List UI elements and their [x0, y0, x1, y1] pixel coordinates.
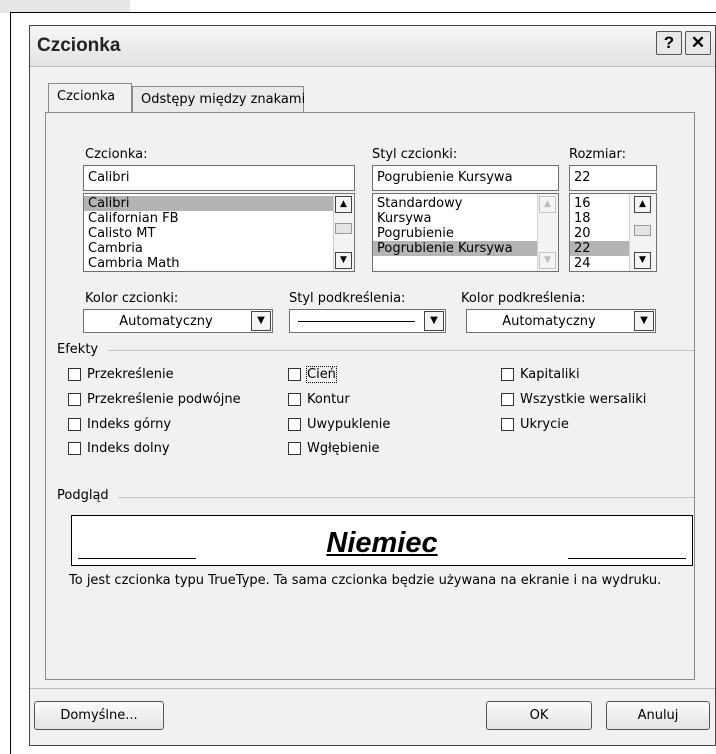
style-input[interactable]: Pogrubienie Kursywa: [372, 165, 559, 191]
style-list-item[interactable]: Standardowy: [373, 196, 558, 211]
preview-sample-text: Niemiec: [326, 527, 438, 559]
checkbox[interactable]: [288, 442, 301, 455]
style-list-scrollbar[interactable]: ▲ ▼: [537, 194, 558, 271]
size-listbox[interactable]: 16 18 20 22 24 ▲ ▼: [569, 193, 657, 272]
underline-color-label: Kolor podkreślenia:: [461, 291, 586, 306]
underline-style-sample: [298, 321, 415, 322]
effect-checkbox-row[interactable]: Przekreślenie: [68, 367, 174, 382]
checkbox[interactable]: [501, 368, 514, 381]
checkbox[interactable]: [68, 418, 81, 431]
close-icon: ✕: [690, 33, 706, 52]
font-dialog: Czcionka ? ✕ Czcionka Odstępy między zna…: [29, 25, 716, 746]
effect-label: Przekreślenie: [87, 367, 174, 382]
scroll-down-icon: ▼: [539, 252, 556, 269]
effects-heading: Efekty: [57, 342, 99, 357]
underline-style-select[interactable]: ▼: [289, 309, 446, 333]
underline-style-label: Styl podkreślenia:: [289, 291, 406, 306]
style-listbox[interactable]: Standardowy Kursywa Pogrubienie Pogrubienie…: [372, 193, 559, 272]
underline-color-value: Automatyczny: [502, 314, 596, 329]
effect-checkbox-row[interactable]: Przekreślenie podwójne: [68, 392, 241, 407]
title-bar: Czcionka ? ✕: [30, 26, 715, 67]
effect-label: Wgłębienie: [307, 441, 380, 456]
effect-checkbox-row[interactable]: Kontur: [288, 392, 350, 407]
scroll-up-icon[interactable]: ▲: [634, 196, 651, 213]
effect-label: Ukrycie: [520, 417, 569, 432]
effect-checkbox-row[interactable]: Kapitaliki: [501, 367, 580, 382]
chevron-down-icon[interactable]: ▼: [424, 311, 444, 331]
preview-box: Niemiec: [71, 515, 693, 566]
size-label: Rozmiar:: [569, 147, 626, 162]
scroll-down-icon[interactable]: ▼: [335, 252, 352, 269]
style-label: Styl czcionki:: [372, 147, 458, 162]
default-button[interactable]: Domyślne...: [34, 701, 164, 730]
effect-checkbox-row[interactable]: Wgłębienie: [288, 441, 380, 456]
checkbox[interactable]: [68, 368, 81, 381]
effect-checkbox-row[interactable]: Ukrycie: [501, 417, 569, 432]
chevron-down-icon[interactable]: ▼: [634, 311, 654, 331]
underline-color-select[interactable]: Automatyczny ▼: [466, 309, 656, 333]
font-list-item[interactable]: Cambria: [84, 241, 354, 256]
checkbox[interactable]: [288, 418, 301, 431]
font-list-item[interactable]: Californian FB: [84, 211, 354, 226]
checkbox[interactable]: [501, 393, 514, 406]
style-list-item[interactable]: Pogrubienie: [373, 226, 558, 241]
chevron-down-icon[interactable]: ▼: [251, 311, 271, 331]
checkbox[interactable]: [288, 393, 301, 406]
effect-label: Przekreślenie podwójne: [87, 392, 241, 407]
tab-character-spacing-label: Odstępy między znakami: [141, 92, 306, 107]
checkbox[interactable]: [288, 368, 301, 381]
checkbox[interactable]: [501, 418, 514, 431]
cancel-button[interactable]: Anuluj: [606, 701, 710, 730]
font-color-label: Kolor czcionki:: [85, 291, 179, 306]
effect-checkbox-row[interactable]: Wszystkie wersaliki: [501, 392, 646, 407]
effect-checkbox-row[interactable]: Cień: [288, 366, 337, 383]
style-list-item[interactable]: Kursywa: [373, 211, 558, 226]
effect-label: Uwypuklenie: [307, 417, 391, 432]
effect-checkbox-row[interactable]: Indeks dolny: [68, 441, 170, 456]
size-input[interactable]: 22: [569, 165, 657, 191]
size-list-scrollbar[interactable]: ▲ ▼: [629, 194, 656, 271]
close-button[interactable]: ✕: [685, 31, 711, 55]
font-list-item[interactable]: Cambria Math: [84, 256, 354, 271]
effects-divider: [108, 350, 694, 351]
effect-checkbox-row[interactable]: Uwypuklenie: [288, 417, 390, 432]
footer-divider: [30, 688, 715, 689]
font-color-value: Automatyczny: [119, 314, 213, 329]
effect-label: Indeks górny: [87, 417, 172, 432]
help-button[interactable]: ?: [656, 31, 682, 55]
font-tab-panel: Czcionka: Calibri Calibri Californian FB C…: [45, 112, 695, 680]
effect-label: Indeks dolny: [87, 441, 170, 456]
font-label: Czcionka:: [85, 147, 148, 162]
effect-label: Kontur: [307, 392, 350, 407]
effect-label: Kapitaliki: [520, 367, 580, 382]
tab-character-spacing[interactable]: Odstępy między znakami: [132, 86, 306, 113]
scroll-thumb[interactable]: [634, 225, 651, 236]
tab-font[interactable]: Czcionka: [48, 83, 132, 113]
effect-checkbox-row[interactable]: Indeks górny: [68, 417, 171, 432]
preview-rule-right: [568, 558, 686, 559]
checkbox[interactable]: [68, 393, 81, 406]
font-color-select[interactable]: Automatyczny ▼: [83, 309, 273, 333]
font-list-item[interactable]: Calisto MT: [84, 226, 354, 241]
preview-divider: [118, 497, 694, 498]
ok-button[interactable]: OK: [486, 701, 592, 730]
scroll-up-icon: ▲: [539, 196, 556, 213]
scroll-thumb[interactable]: [335, 223, 352, 234]
scroll-down-icon[interactable]: ▼: [634, 252, 651, 269]
style-list-item[interactable]: Pogrubienie Kursywa: [373, 241, 558, 256]
effect-label: Cień: [306, 366, 337, 383]
checkbox[interactable]: [68, 442, 81, 455]
font-list-scrollbar[interactable]: ▲ ▼: [333, 194, 354, 271]
preview-note: To jest czcionka typu TrueType. Ta sama …: [69, 573, 662, 588]
font-list-item[interactable]: Calibri: [84, 196, 354, 211]
preview-sample: Niemiec: [72, 527, 692, 560]
effect-label: Wszystkie wersaliki: [520, 392, 647, 407]
scroll-up-icon[interactable]: ▲: [335, 196, 352, 213]
tab-font-label: Czcionka: [57, 89, 116, 104]
font-listbox[interactable]: Calibri Californian FB Calisto MT Cambria Ca…: [83, 193, 355, 272]
font-input[interactable]: Calibri: [83, 165, 355, 191]
dialog-title: Czcionka: [37, 35, 121, 56]
preview-heading: Podgląd: [57, 488, 109, 503]
